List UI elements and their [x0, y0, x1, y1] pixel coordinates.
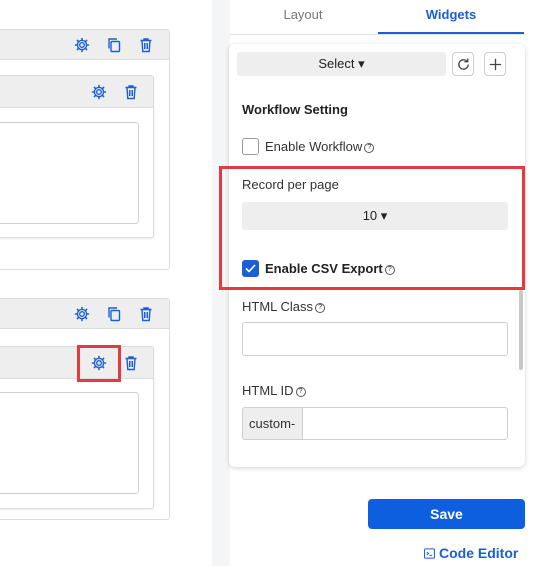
trash-icon[interactable] [138, 37, 154, 53]
html-class-text: HTML Class [242, 299, 314, 314]
highlight-settings-box [219, 166, 525, 290]
settings-scrollbar[interactable] [519, 290, 523, 370]
help-icon: ? [315, 303, 326, 313]
terminal-icon [424, 548, 435, 559]
trash-icon[interactable] [138, 306, 154, 322]
html-id-prefix: custom- [242, 407, 302, 440]
save-button[interactable]: Save [368, 499, 525, 529]
container-toolbar [0, 299, 169, 329]
copy-icon[interactable] [106, 306, 122, 322]
html-class-label: HTML Class? [242, 299, 326, 314]
html-id-label: HTML ID? [242, 383, 306, 398]
gear-icon[interactable] [74, 37, 90, 53]
highlight-gear-box [77, 345, 121, 382]
panel-tabs: Layout Widgets [230, 0, 536, 35]
refresh-button[interactable] [452, 52, 474, 76]
select-dropdown[interactable]: Select ▾ [237, 52, 446, 76]
gear-icon[interactable] [74, 306, 90, 322]
workflow-section-title: Workflow Setting [242, 102, 348, 117]
tab-widgets[interactable]: Widgets [378, 0, 524, 35]
refresh-icon [458, 58, 469, 70]
enable-workflow-label: Enable Workflow? [265, 139, 375, 154]
plus-icon [489, 58, 502, 71]
tab-layout[interactable]: Layout [230, 0, 376, 35]
widget-content-box [0, 122, 139, 224]
enable-workflow-text: Enable Workflow [265, 139, 363, 154]
widget-toolbar [0, 76, 153, 108]
enable-workflow-checkbox[interactable] [242, 138, 259, 155]
trash-icon[interactable] [123, 84, 139, 100]
container-toolbar [0, 30, 169, 60]
code-editor-text: Code Editor [439, 545, 519, 561]
add-button[interactable] [484, 52, 506, 76]
trash-icon[interactable] [123, 355, 139, 371]
copy-icon[interactable] [106, 37, 122, 53]
help-icon: ? [295, 387, 306, 397]
tab-underline-divider [230, 34, 526, 35]
gear-icon[interactable] [91, 84, 107, 100]
help-icon: ? [364, 143, 375, 153]
html-id-text: HTML ID [242, 383, 294, 398]
code-editor-link[interactable]: Code Editor [424, 545, 518, 561]
widget-block-1[interactable] [0, 75, 154, 238]
widget-content-box [0, 392, 139, 494]
html-class-input[interactable] [242, 322, 508, 356]
html-id-input[interactable] [302, 407, 508, 440]
